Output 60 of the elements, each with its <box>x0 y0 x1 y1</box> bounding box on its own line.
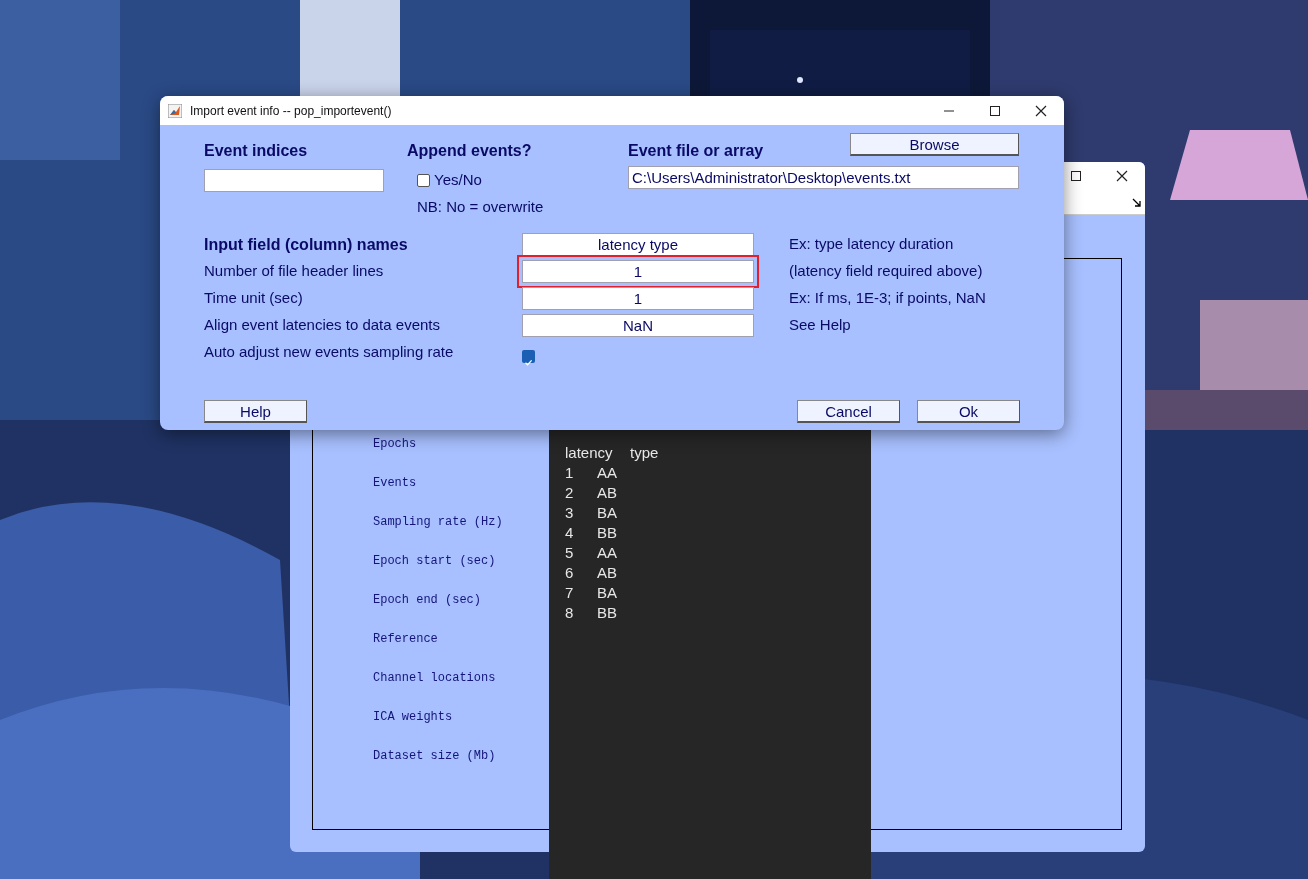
hint-text: See Help <box>789 315 851 336</box>
hint-text: Ex: If ms, 1E-3; if points, NaN <box>789 288 986 309</box>
input-field[interactable]: NaN <box>522 314 754 337</box>
info-label: Epoch end (sec) <box>373 593 483 608</box>
text-cell: AA <box>597 543 617 563</box>
text-cell-text: 8 <box>565 603 575 623</box>
column-header: type <box>630 443 659 463</box>
text-cell-text: 4 <box>565 523 575 543</box>
text-cell-text: 1 <box>565 463 575 483</box>
field-label: Number of file header lines <box>204 261 385 282</box>
text-cell: AA <box>597 463 617 483</box>
hint-text: (latency field required above) <box>789 261 983 282</box>
section-heading: Event indices <box>204 141 309 161</box>
text-cell-text: 3 <box>565 503 575 523</box>
dialog-button[interactable]: Cancel <box>797 400 900 423</box>
field-label: Time unit (sec) <box>204 288 304 309</box>
browse-button[interactable]: Browse <box>850 133 1019 156</box>
section-heading: Event file or array <box>628 141 764 161</box>
maximize-icon[interactable] <box>1070 170 1082 182</box>
input-field[interactable] <box>204 169 384 192</box>
checkbox[interactable] <box>417 173 430 187</box>
info-label: Events <box>373 476 418 491</box>
resize-arrow-icon <box>1132 197 1141 207</box>
note-text: NB: No = overwrite <box>416 196 545 217</box>
input-field[interactable]: C:\Users\Administrator\Desktop\events.txt <box>628 166 1019 189</box>
text-cell: AB <box>597 483 617 503</box>
info-label: ICA weights <box>373 710 454 725</box>
checkbox-label: Yes/No <box>434 170 482 190</box>
close-icon[interactable] <box>1116 170 1128 182</box>
maximize-icon[interactable] <box>989 104 1001 117</box>
input-field[interactable]: 1 <box>522 260 754 283</box>
text-cell-text: 6 <box>565 563 575 583</box>
text-cell: AB <box>597 563 617 583</box>
text-cell-text: 5 <box>565 543 575 563</box>
close-icon[interactable] <box>1035 104 1047 117</box>
checkbox[interactable] <box>522 350 535 363</box>
window-title: Import event info -- pop_importevent() <box>190 102 393 120</box>
input-field[interactable]: latency type <box>522 233 754 256</box>
info-label: Epochs <box>373 437 418 452</box>
column-header: latency <box>565 443 614 463</box>
hint-text: Ex: type latency duration <box>789 234 954 255</box>
text-cell: BA <box>597 503 617 523</box>
info-label: Dataset size (Mb) <box>373 749 497 764</box>
info-label: Reference <box>373 632 439 647</box>
field-label: Align event latencies to data events <box>204 315 441 336</box>
info-label: Epoch start (sec) <box>373 554 497 569</box>
input-field[interactable]: 1 <box>522 287 754 310</box>
info-label: Sampling rate (Hz) <box>373 515 503 530</box>
app-icon <box>168 103 182 118</box>
field-label: Auto adjust new events sampling rate <box>204 342 455 363</box>
section-heading: Append events? <box>407 141 533 161</box>
field-label: Input field (column) names <box>204 234 409 255</box>
text-cell: BB <box>597 523 617 543</box>
text-cell-text: 7 <box>565 583 575 603</box>
dialog-button[interactable]: Ok <box>917 400 1020 423</box>
text-cell: BB <box>597 603 617 623</box>
text-cell-text: 2 <box>565 483 575 503</box>
dialog-button[interactable]: Help <box>204 400 307 423</box>
info-label: Channel locations <box>373 671 497 686</box>
text-cell: BA <box>597 583 617 603</box>
